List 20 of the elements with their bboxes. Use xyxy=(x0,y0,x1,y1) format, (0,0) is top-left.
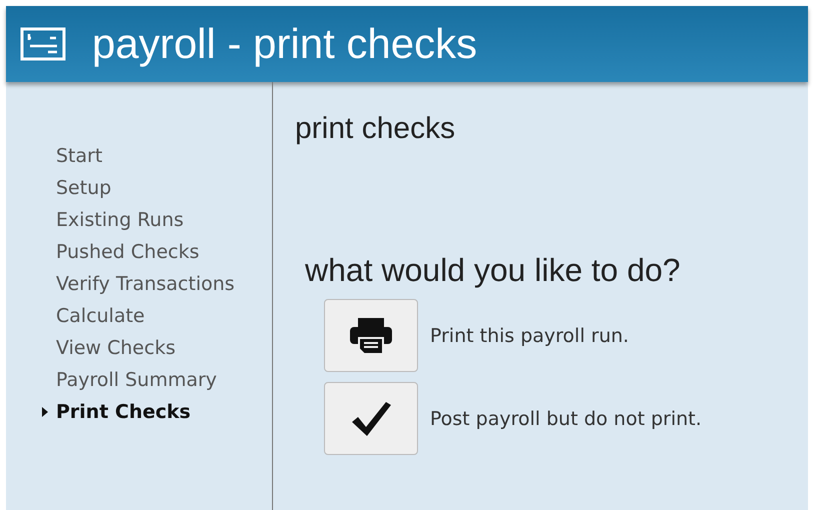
sidebar-item[interactable]: Print Checks xyxy=(6,396,272,428)
sidebar-item[interactable]: Pushed Checks xyxy=(6,236,272,268)
printer-icon xyxy=(348,316,394,356)
sidebar-item[interactable]: View Checks xyxy=(6,332,272,364)
sidebar-item[interactable]: Calculate xyxy=(6,300,272,332)
print-button[interactable] xyxy=(324,299,418,372)
checkmark-icon xyxy=(350,400,392,438)
action-label: Print this payroll run. xyxy=(430,324,629,346)
sidebar-item[interactable]: Payroll Summary xyxy=(6,364,272,396)
check-icon xyxy=(20,27,66,61)
sidebar-item[interactable]: Start xyxy=(6,140,272,172)
sidebar-item[interactable]: Existing Runs xyxy=(6,204,272,236)
question-heading: what would you like to do? xyxy=(305,252,682,289)
post-button[interactable] xyxy=(324,382,418,455)
page-title: payroll - print checks xyxy=(92,20,478,68)
sidebar-item[interactable]: Verify Transactions xyxy=(6,268,272,300)
action-label: Post payroll but do not print. xyxy=(430,408,702,430)
caret-icon xyxy=(42,407,48,417)
sidebar-item[interactable]: Setup xyxy=(6,172,272,204)
section-title: print checks xyxy=(295,112,456,146)
